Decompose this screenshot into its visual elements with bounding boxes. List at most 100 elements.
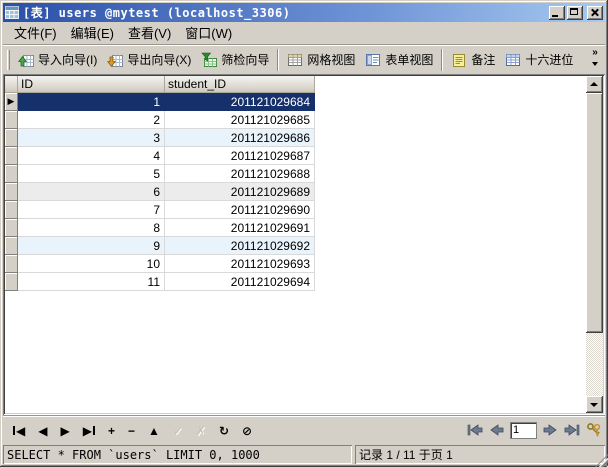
page-number-input[interactable] [510,421,537,439]
scrollbar-thumb[interactable] [586,93,603,333]
maximize-button[interactable] [567,5,583,20]
row-selector-cell[interactable] [5,201,18,219]
edit-record-button[interactable]: ▲ [148,424,160,438]
row-student-id-cell[interactable]: 201121029693 [165,255,315,273]
first-record-icon: ◀ [16,423,26,438]
table-row[interactable]: ▶ 1 201121029684 [5,93,315,111]
refresh-button[interactable]: ↻ [219,424,229,438]
menu-item-edit[interactable]: 编辑(E) [64,21,121,44]
table-row[interactable]: 5 201121029688 [5,165,315,183]
row-selector-cell[interactable] [5,255,18,273]
prev-page-button[interactable] [488,423,505,437]
row-student-id-cell[interactable]: 201121029687 [165,147,315,165]
row-id-cell[interactable]: 9 [18,237,165,255]
column-header-student-id[interactable]: student_ID [165,76,315,93]
row-selector-cell[interactable] [5,219,18,237]
row-id-cell[interactable]: 3 [18,129,165,147]
stop-button[interactable]: ⊘ [242,424,252,438]
row-student-id-cell[interactable]: 201121029690 [165,201,315,219]
window-title: [表] users @mytest (localhost_3306) [23,6,291,20]
row-id-cell[interactable]: 8 [18,219,165,237]
prev-record-button[interactable]: ◀ [38,424,47,438]
cancel-edit-button[interactable]: ✗ [196,424,206,438]
row-student-id-cell[interactable]: 201121029688 [165,165,315,183]
row-selector-cell[interactable] [5,183,18,201]
row-student-id-cell[interactable]: 201121029691 [165,219,315,237]
table-row[interactable]: 4 201121029687 [5,147,315,165]
row-id-cell[interactable]: 1 [18,93,165,111]
hex-button[interactable]: 十六进位 [500,48,578,71]
grid-view-button[interactable]: 网格视图 [282,48,360,71]
table-grid-icon [5,6,19,19]
next-page-button[interactable] [542,423,559,437]
row-student-id-cell[interactable]: 201121029684 [165,93,315,111]
arrow-down-icon [590,403,598,407]
table-row[interactable]: 8 201121029691 [5,219,315,237]
menu-item-window[interactable]: 窗口(W) [178,21,239,44]
row-student-id-cell[interactable]: 201121029689 [165,183,315,201]
next-record-button[interactable]: ▶ [60,424,69,438]
row-student-id-cell[interactable]: 201121029686 [165,129,315,147]
sql-statement-text: SELECT * FROM `users` LIMIT 0, 1000 [3,445,352,464]
toolbar-overflow-chevron[interactable]: » [588,48,602,72]
row-student-id-cell[interactable]: 201121029692 [165,237,315,255]
post-edit-button[interactable]: ✓ [173,424,183,438]
export-wizard-button[interactable]: 导出向导(X) [102,48,196,71]
row-selector-cell[interactable] [5,237,18,255]
record-nav-buttons: ◀ ◀ ▶ ▶ + − ▲ ✓ ✗ ↻ ⊘ [3,424,252,438]
first-record-button[interactable]: ◀ [13,424,25,438]
row-student-id-cell[interactable]: 201121029694 [165,273,315,291]
close-button[interactable] [587,5,603,20]
refresh-icon: ↻ [218,423,230,438]
table-row[interactable]: 10 201121029693 [5,255,315,273]
form-view-button[interactable]: 表单视图 [360,48,438,71]
first-page-button[interactable] [466,423,483,437]
toolbar-button-label: 表单视图 [385,53,434,67]
toolbar-gripper[interactable] [7,49,10,70]
minimize-button[interactable] [549,5,565,20]
row-selector-cell[interactable] [5,165,18,183]
menu-item-view[interactable]: 查看(V) [121,21,178,44]
import-wizard-button[interactable]: 导入向导(I) [13,48,102,71]
vertical-scrollbar[interactable] [586,76,603,413]
toolbar-button-label: 十六进位 [525,53,574,67]
row-id-cell[interactable]: 11 [18,273,165,291]
scroll-up-button[interactable] [586,76,603,93]
add-record-button[interactable]: + [108,424,115,438]
scroll-down-button[interactable] [586,396,603,413]
post-edit-icon: ✓ [172,423,183,438]
row-id-cell[interactable]: 10 [18,255,165,273]
next-record-icon: ▶ [60,423,70,438]
set-limit-keys-button[interactable] [586,422,603,438]
row-selector-header[interactable] [5,76,18,93]
memo-button[interactable]: 备注 [446,48,500,71]
menu-item-file[interactable]: 文件(F) [7,21,64,44]
row-student-id-cell[interactable]: 201121029685 [165,111,315,129]
table-row[interactable]: 11 201121029694 [5,273,315,291]
row-id-cell[interactable]: 7 [18,201,165,219]
toolbar-separator [441,48,444,71]
table-row[interactable]: 6 201121029689 [5,183,315,201]
row-id-cell[interactable]: 6 [18,183,165,201]
table-row[interactable]: 7 201121029690 [5,201,315,219]
row-selector-cell[interactable] [5,129,18,147]
row-selector-cell[interactable] [5,147,18,165]
row-selector-cell[interactable] [5,273,18,291]
add-record-icon: + [107,423,115,438]
filter-wizard-button[interactable]: 筛检向导 [196,48,274,71]
table-row[interactable]: 9 201121029692 [5,237,315,255]
status-bar: SELECT * FROM `users` LIMIT 0, 1000 记录 1… [3,445,605,464]
last-page-button[interactable] [564,423,581,437]
delete-record-icon: − [127,423,135,438]
data-grid-area: ID student_ID ▶ 1 201121029684 2 20112102968… [3,74,605,415]
table-row[interactable]: 2 201121029685 [5,111,315,129]
column-header-id[interactable]: ID [18,76,165,93]
row-id-cell[interactable]: 5 [18,165,165,183]
row-selector-cell[interactable]: ▶ [5,93,18,111]
delete-record-button[interactable]: − [128,424,135,438]
row-id-cell[interactable]: 2 [18,111,165,129]
last-record-button[interactable]: ▶ [83,424,95,438]
row-id-cell[interactable]: 4 [18,147,165,165]
table-row[interactable]: 3 201121029686 [5,129,315,147]
row-selector-cell[interactable] [5,111,18,129]
